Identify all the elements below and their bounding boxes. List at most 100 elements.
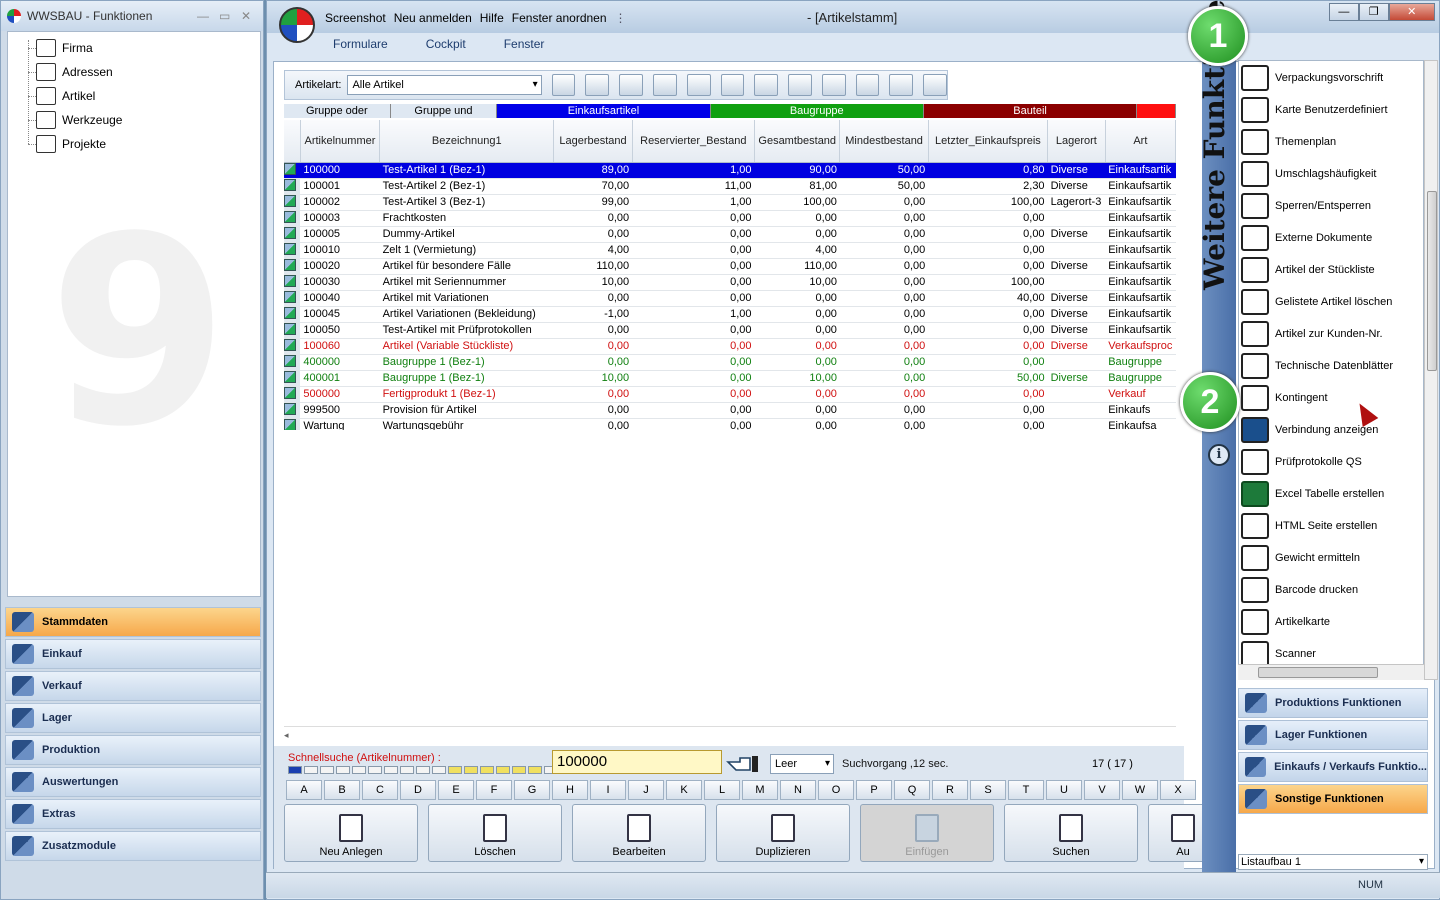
- table-row[interactable]: 100001 Test-Artikel 2 (Bez-1) 70,00 11,00 81…: [284, 178, 1176, 195]
- table-row[interactable]: 100030 Artikel mit Seriennummer 10,00 0,00 1…: [284, 274, 1176, 291]
- legend-einkaufsartikel[interactable]: Einkaufsartikel: [497, 104, 711, 118]
- duplizieren-button[interactable]: Duplizieren: [716, 804, 850, 862]
- nav-item-einkauf[interactable]: Einkauf: [5, 639, 261, 669]
- löschen-button[interactable]: Löschen: [428, 804, 562, 862]
- layout-top-icon[interactable]: [889, 74, 914, 96]
- function-6[interactable]: Artikel der Stückliste: [1241, 255, 1375, 285]
- close-button[interactable]: ✕: [1388, 3, 1435, 21]
- letter-o-button[interactable]: O: [818, 780, 854, 800]
- tab-formulare[interactable]: Formulare: [333, 37, 388, 51]
- table-row[interactable]: 100060 Artikel (Variable Stückliste) 0,00 0…: [284, 338, 1176, 355]
- search-mode-select[interactable]: Leer: [770, 754, 834, 774]
- function-3[interactable]: Umschlagshäufigkeit: [1241, 159, 1377, 189]
- nav-item-stammdaten[interactable]: Stammdaten: [5, 607, 261, 637]
- table-row[interactable]: 100040 Artikel mit Variationen 0,00 0,00 0,0…: [284, 290, 1176, 307]
- letter-m-button[interactable]: M: [742, 780, 778, 800]
- column-header-gesamtbestand[interactable]: Gesamtbestand: [754, 120, 841, 163]
- letter-e-button[interactable]: E: [438, 780, 474, 800]
- minimize-button[interactable]: —: [1329, 3, 1359, 21]
- tree-item-firma[interactable]: Firma: [36, 38, 93, 58]
- list-layout-select[interactable]: Listaufbau 1: [1238, 854, 1428, 870]
- letter-d-button[interactable]: D: [400, 780, 436, 800]
- table-row[interactable]: 999500 Provision für Artikel 0,00 0,00 0,00 0…: [284, 402, 1176, 419]
- hscroll-thumb[interactable]: [1258, 667, 1378, 678]
- function-13[interactable]: Excel Tabelle erstellen: [1241, 479, 1384, 509]
- column-header-lagerort[interactable]: Lagerort: [1047, 120, 1106, 163]
- tree-item-artikel[interactable]: Artikel: [36, 86, 95, 106]
- letter-g-button[interactable]: G: [514, 780, 550, 800]
- letter-b-button[interactable]: B: [324, 780, 360, 800]
- settings-panel-icon[interactable]: [923, 74, 947, 96]
- letter-s-button[interactable]: S: [970, 780, 1006, 800]
- package-icon[interactable]: [720, 74, 745, 96]
- column-header-bezeichnung1[interactable]: Bezeichnung1: [379, 120, 555, 163]
- tab-cockpit[interactable]: Cockpit: [426, 37, 466, 51]
- letter-c-button[interactable]: C: [362, 780, 398, 800]
- sort-icon[interactable]: [821, 74, 846, 96]
- legend-baugruppe[interactable]: Baugruppe: [710, 104, 924, 118]
- function-16[interactable]: Barcode drucken: [1241, 575, 1358, 605]
- function-1[interactable]: Karte Benutzerdefiniert: [1241, 95, 1388, 125]
- column-header-artikelnummer[interactable]: Artikelnummer: [300, 120, 381, 163]
- table-row[interactable]: 400000 Baugruppe 1 (Bez-1) 0,00 0,00 0,00 0,0…: [284, 354, 1176, 371]
- info-icon[interactable]: i: [1208, 444, 1230, 466]
- grid-horizontal-scrollbar[interactable]: ◂: [284, 726, 1176, 740]
- letter-k-button[interactable]: K: [666, 780, 702, 800]
- nav-item-extras[interactable]: Extras: [5, 799, 261, 829]
- table-row[interactable]: 100002 Test-Artikel 3 (Bez-1) 99,00 1,00 100…: [284, 194, 1176, 211]
- menu-item-0[interactable]: Screenshot: [325, 11, 386, 25]
- suchen-button[interactable]: Suchen: [1004, 804, 1138, 862]
- nav-item-verkauf[interactable]: Verkauf: [5, 671, 261, 701]
- hourglass-icon[interactable]: [686, 74, 711, 96]
- minimize-icon[interactable]: —: [197, 9, 209, 23]
- table-row[interactable]: 100003 Frachtkosten 0,00 0,00 0,00 0,00 0,00 Ei…: [284, 210, 1176, 227]
- letter-v-button[interactable]: V: [1084, 780, 1120, 800]
- function-4[interactable]: Sperren/Entsperren: [1241, 191, 1371, 221]
- column-header-art[interactable]: Art: [1105, 120, 1176, 163]
- function-8[interactable]: Artikel zur Kunden-Nr.: [1241, 319, 1383, 349]
- letter-j-button[interactable]: J: [628, 780, 664, 800]
- menu-item-3[interactable]: Fenster anordnen: [512, 11, 607, 25]
- table-row[interactable]: 500000 Fertigprodukt 1 (Bez-1) 0,00 0,00 0,0…: [284, 386, 1176, 403]
- function-10[interactable]: Kontingent: [1241, 383, 1328, 413]
- function-2[interactable]: Themenplan: [1241, 127, 1336, 157]
- nav-item-auswertungen[interactable]: Auswertungen: [5, 767, 261, 797]
- stack-icon[interactable]: [585, 74, 610, 96]
- letter-x-button[interactable]: X: [1160, 780, 1196, 800]
- function-list-scrollbar[interactable]: [1424, 60, 1438, 680]
- table-row[interactable]: 100005 Dummy-Artikel 0,00 0,00 0,00 0,00 0,00 D…: [284, 226, 1176, 243]
- column-header-reservierter_bestand[interactable]: Reservierter_Bestand: [632, 120, 756, 163]
- menu-item-2[interactable]: Hilfe: [480, 11, 504, 25]
- bearbeiten-button[interactable]: Bearbeiten: [572, 804, 706, 862]
- function-17[interactable]: Artikelkarte: [1241, 607, 1330, 637]
- article-type-select[interactable]: Alle Artikel: [347, 75, 542, 95]
- einfügen-button[interactable]: Einfügen: [860, 804, 994, 862]
- letter-n-button[interactable]: N: [780, 780, 816, 800]
- copy-icon[interactable]: [652, 74, 677, 96]
- letter-t-button[interactable]: T: [1008, 780, 1044, 800]
- letter-h-button[interactable]: H: [552, 780, 588, 800]
- function-5[interactable]: Externe Dokumente: [1241, 223, 1372, 253]
- nav-item-lager[interactable]: Lager: [5, 703, 261, 733]
- legend-extra[interactable]: [1137, 104, 1177, 118]
- function-list-hscroll[interactable]: [1238, 664, 1424, 680]
- function-9[interactable]: Technische Datenblätter: [1241, 351, 1393, 381]
- restore-button[interactable]: ❐: [1358, 3, 1389, 21]
- function-0[interactable]: Verpackungsvorschrift: [1241, 63, 1383, 93]
- tree-item-adressen[interactable]: Adressen: [36, 62, 113, 82]
- tree-item-projekte[interactable]: Projekte: [36, 134, 106, 154]
- menu-item-1[interactable]: Neu anmelden: [394, 11, 472, 25]
- table-row[interactable]: Wartung Wartungsgebühr 0,00 0,00 0,00 0,00 0,0…: [284, 418, 1176, 430]
- table-row[interactable]: 100050 Test-Artikel mit Prüfprotokollen 0,…: [284, 322, 1176, 339]
- tab-fenster[interactable]: Fenster: [504, 37, 545, 51]
- table-row[interactable]: 100000 Test-Artikel 1 (Bez-1) 89,00 1,00 90,…: [284, 162, 1176, 179]
- close-icon[interactable]: ✕: [241, 9, 251, 23]
- menu-more-icon[interactable]: ⋮: [615, 11, 627, 25]
- document-icon[interactable]: [754, 74, 779, 96]
- image-icon[interactable]: [619, 74, 643, 96]
- layout-bottom-icon[interactable]: [855, 74, 880, 96]
- letter-a-button[interactable]: A: [286, 780, 322, 800]
- app-logo-icon[interactable]: [279, 7, 315, 43]
- quicksearch-input[interactable]: 100000: [552, 750, 722, 774]
- letter-f-button[interactable]: F: [476, 780, 512, 800]
